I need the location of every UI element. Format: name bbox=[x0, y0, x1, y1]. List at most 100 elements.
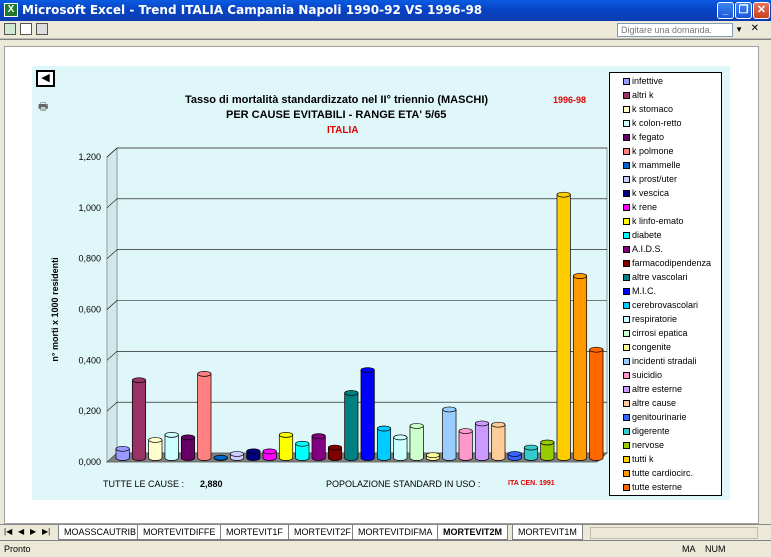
bar bbox=[197, 371, 212, 461]
total-causes-label: TUTTE LE CAUSE : bbox=[103, 479, 185, 489]
bar bbox=[458, 428, 473, 461]
back-button[interactable]: ◀ bbox=[36, 70, 55, 87]
legend-swatch bbox=[623, 246, 630, 253]
preview-icon[interactable] bbox=[20, 23, 32, 35]
window-title: Microsoft Excel - Trend ITALIA Campania … bbox=[22, 3, 483, 17]
bar-top bbox=[164, 432, 179, 438]
sheet-tab-bar: |◀ ◀ ▶ ▶| MOASSCAUTRIB MORTEVITDIFFE MORTE… bbox=[0, 524, 771, 540]
standard-population-label: POPOLAZIONE STANDARD IN USO : bbox=[326, 479, 481, 489]
bar-body bbox=[197, 373, 212, 461]
legend-label: suicidio bbox=[632, 370, 663, 380]
bar bbox=[474, 420, 490, 461]
menu-toolbar: Digitare una domanda. ▼ ✕ bbox=[0, 21, 771, 39]
prev-sheet-icon[interactable]: ◀ bbox=[18, 527, 24, 536]
bar-top bbox=[115, 445, 130, 452]
legend-label: respiratorie bbox=[632, 314, 678, 324]
bar-body bbox=[409, 425, 424, 461]
bar bbox=[164, 432, 179, 461]
bar-chart: 0,000 0,200 0,400 0,600 0,800 1,000 1,200 n° mo… bbox=[50, 147, 609, 467]
bar-top bbox=[442, 406, 457, 413]
bar-body bbox=[458, 430, 473, 461]
bar-body bbox=[344, 392, 359, 461]
legend-swatch bbox=[623, 204, 630, 211]
legend-swatch bbox=[623, 92, 630, 99]
next-sheet-icon[interactable]: ▶ bbox=[30, 527, 36, 536]
bar bbox=[360, 367, 375, 461]
bar bbox=[589, 346, 604, 461]
bar-top bbox=[278, 432, 294, 438]
bar-body bbox=[131, 379, 147, 461]
chart-legend: infettive altri k k stomaco k colon-retto k … bbox=[609, 72, 722, 496]
bar bbox=[131, 377, 147, 461]
legend-swatch bbox=[623, 162, 630, 169]
sheet-tab[interactable]: MORTEVIT2M bbox=[437, 525, 509, 540]
legend-swatch bbox=[623, 358, 630, 365]
legend-label: k mammelle bbox=[632, 160, 681, 170]
bar-top bbox=[180, 434, 196, 441]
ask-question-input[interactable]: Digitare una domanda. bbox=[617, 23, 733, 37]
bar bbox=[344, 390, 359, 461]
bar-top bbox=[572, 273, 588, 279]
y-tick-label: 0,600 bbox=[78, 305, 101, 315]
bar-body bbox=[572, 275, 588, 461]
bar-top bbox=[523, 444, 539, 451]
print-icon[interactable] bbox=[36, 23, 48, 35]
bar-top bbox=[393, 434, 408, 441]
sheet-tab[interactable]: MORTEVITDIFFE bbox=[137, 525, 222, 540]
bar-top bbox=[246, 448, 261, 455]
bar-top bbox=[311, 433, 326, 439]
sheet-tab[interactable]: MORTEVIT1M bbox=[512, 525, 583, 540]
legend-label: k polmone bbox=[632, 146, 674, 156]
bar bbox=[262, 448, 277, 461]
legend-swatch bbox=[623, 274, 630, 281]
bar-top bbox=[425, 452, 441, 459]
restore-button[interactable]: ❐ bbox=[735, 2, 752, 19]
sheet-tab[interactable]: MORTEVIT1F bbox=[220, 525, 289, 540]
chart-title: Tasso di mortalità standardizzato nel II… bbox=[185, 94, 489, 106]
legend-label: diabete bbox=[632, 230, 662, 240]
total-causes-value: 2,880 bbox=[200, 479, 223, 489]
bar bbox=[311, 433, 326, 461]
chart-period: 1996-98 bbox=[553, 95, 587, 105]
legend-label: digerente bbox=[632, 426, 670, 436]
legend-label: altri k bbox=[632, 90, 654, 100]
bar-body bbox=[442, 409, 457, 461]
bar-top bbox=[213, 454, 228, 461]
bar bbox=[556, 191, 571, 461]
legend-label: k linfo-emato bbox=[632, 216, 684, 226]
status-text: Pronto bbox=[4, 544, 31, 554]
minimize-button[interactable]: _ bbox=[717, 2, 734, 19]
workbook-icon[interactable] bbox=[4, 23, 16, 35]
legend-swatch bbox=[623, 372, 630, 379]
bar-body bbox=[360, 369, 375, 461]
bar-body bbox=[393, 437, 408, 461]
bar bbox=[327, 444, 343, 461]
legend-swatch bbox=[623, 190, 630, 197]
bar bbox=[491, 421, 506, 461]
excel-icon[interactable]: X bbox=[4, 3, 18, 17]
bar bbox=[376, 425, 392, 461]
legend-swatch bbox=[623, 484, 630, 491]
last-sheet-icon[interactable]: ▶| bbox=[42, 527, 50, 536]
horizontal-scrollbar[interactable] bbox=[590, 527, 758, 539]
legend-label: genitourinarie bbox=[632, 412, 687, 422]
first-sheet-icon[interactable]: |◀ bbox=[4, 527, 12, 536]
legend-label: A.I.D.S. bbox=[632, 244, 664, 254]
legend-swatch bbox=[623, 456, 630, 463]
bar-top bbox=[556, 191, 571, 198]
ask-dropdown-icon[interactable]: ▼ bbox=[735, 25, 743, 34]
status-indicators: MA NUM bbox=[682, 544, 726, 554]
close-button[interactable]: ✕ bbox=[753, 2, 770, 19]
close-window-icon[interactable]: ✕ bbox=[751, 23, 759, 34]
legend-label: infettive bbox=[632, 76, 664, 86]
sheet-tab[interactable]: MORTEVITDIFMA bbox=[352, 525, 439, 540]
bar-body bbox=[148, 439, 163, 461]
legend-label: k prost/uter bbox=[632, 174, 678, 184]
sheet-tab[interactable]: MORTEVIT2F bbox=[288, 525, 357, 540]
bar-body bbox=[589, 349, 604, 461]
legend-swatch bbox=[623, 400, 630, 407]
legend-swatch bbox=[623, 106, 630, 113]
chart-print-icon[interactable]: 🖶 bbox=[38, 98, 48, 117]
sheet-tab[interactable]: MOASSCAUTRIB bbox=[58, 525, 143, 540]
vertical-scrollbar[interactable] bbox=[759, 40, 771, 524]
